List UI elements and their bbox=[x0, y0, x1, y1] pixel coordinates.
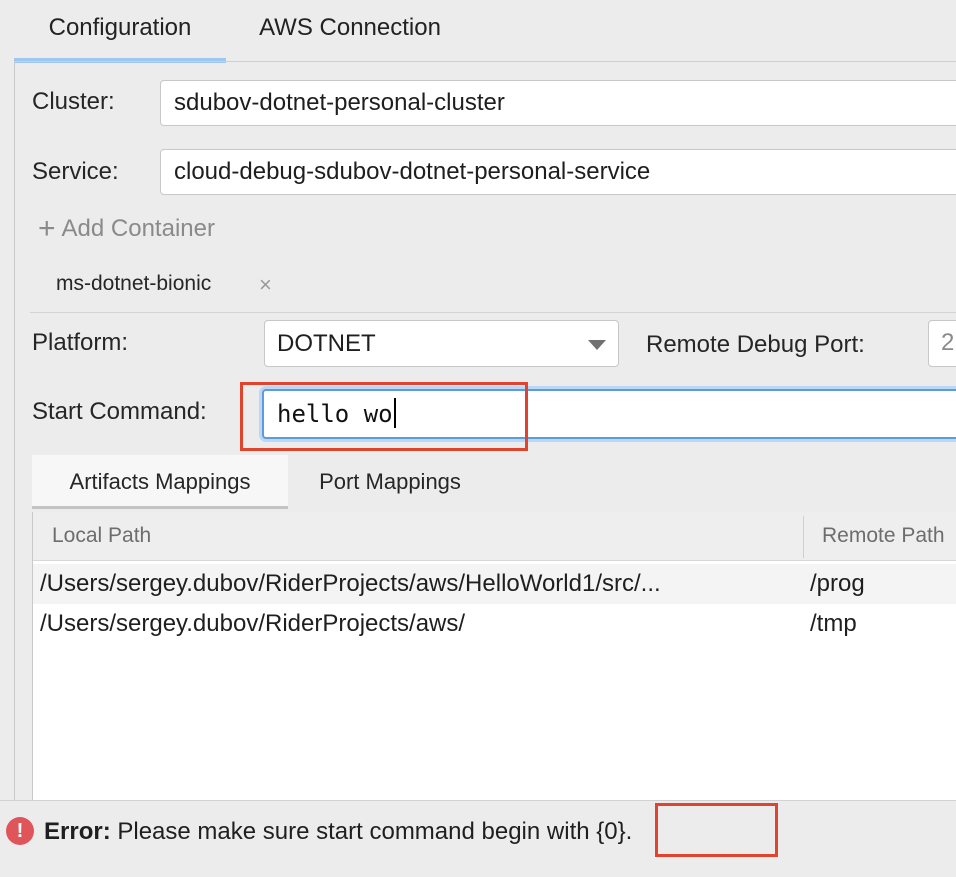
remote-debug-port-field[interactable]: 2 bbox=[928, 320, 956, 367]
panel-border bbox=[14, 62, 15, 800]
table-cell-local-path: /Users/sergey.dubov/RiderProjects/aws/He… bbox=[40, 570, 661, 597]
annotation-box-error bbox=[655, 803, 778, 857]
tab-artifacts-mappings[interactable]: Artifacts Mappings bbox=[32, 455, 288, 509]
close-icon[interactable]: × bbox=[259, 272, 272, 298]
service-field[interactable]: cloud-debug-sdubov-dotnet-personal-servi… bbox=[160, 149, 956, 195]
table-row[interactable]: /Users/sergey.dubov/RiderProjects/aws/He… bbox=[33, 564, 956, 604]
remote-debug-port-label: Remote Debug Port: bbox=[646, 331, 865, 358]
service-label: Service: bbox=[32, 158, 119, 185]
plus-icon: + bbox=[38, 212, 56, 245]
tab-port-mappings[interactable]: Port Mappings bbox=[292, 455, 488, 509]
platform-label: Platform: bbox=[32, 329, 129, 356]
tab-aws-connection[interactable]: AWS Connection bbox=[236, 0, 464, 58]
column-divider[interactable] bbox=[803, 516, 804, 558]
table-cell-remote-path: /prog bbox=[810, 570, 865, 597]
table-cell-local-path: /Users/sergey.dubov/RiderProjects/aws/ bbox=[40, 610, 466, 637]
table-row[interactable]: /Users/sergey.dubov/RiderProjects/aws/ /… bbox=[33, 604, 956, 644]
tab-bar-divider bbox=[14, 61, 956, 62]
column-header-remote-path[interactable]: Remote Path bbox=[822, 512, 945, 560]
column-header-local-path[interactable]: Local Path bbox=[52, 512, 151, 560]
error-prefix: Error: bbox=[44, 818, 111, 845]
container-tab-ms-dotnet-bionic[interactable]: ms-dotnet-bionic bbox=[56, 272, 211, 296]
table-cell-remote-path: /tmp bbox=[810, 610, 857, 637]
table-header: Local Path Remote Path bbox=[33, 512, 956, 561]
cluster-label: Cluster: bbox=[32, 88, 115, 115]
tab-configuration[interactable]: Configuration bbox=[14, 0, 226, 63]
cluster-field[interactable]: sdubov-dotnet-personal-cluster bbox=[160, 80, 956, 126]
platform-select-value: DOTNET bbox=[277, 330, 376, 357]
container-tab-divider bbox=[30, 312, 956, 313]
error-message: Error: Please make sure start command be… bbox=[44, 815, 632, 849]
artifacts-mappings-table: Local Path Remote Path /Users/sergey.dub… bbox=[32, 512, 956, 800]
chevron-down-icon bbox=[588, 340, 606, 350]
annotation-box-start-command bbox=[240, 382, 528, 451]
error-message-text: Please make sure start command begin wit… bbox=[117, 818, 633, 845]
add-container-label: Add Container bbox=[61, 215, 215, 242]
start-command-label: Start Command: bbox=[32, 398, 207, 425]
error-icon: ! bbox=[6, 817, 34, 845]
platform-select[interactable]: DOTNET bbox=[264, 320, 619, 367]
add-container-button[interactable]: + Add Container bbox=[38, 212, 215, 246]
